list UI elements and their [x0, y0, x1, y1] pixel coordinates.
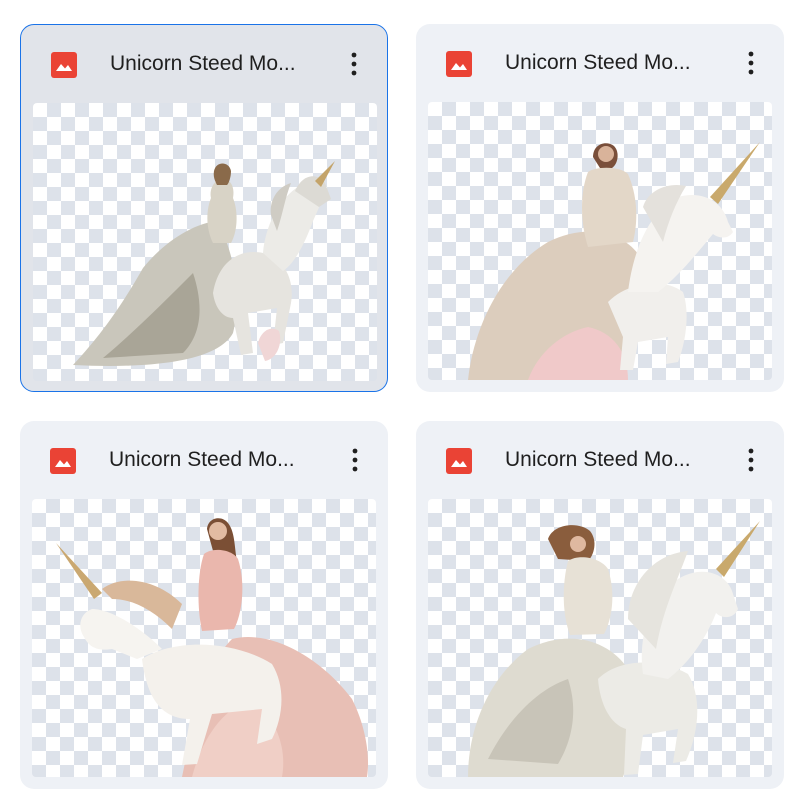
more-options-button[interactable] — [736, 46, 766, 80]
more-options-button[interactable] — [736, 443, 766, 477]
more-options-button[interactable] — [340, 443, 370, 477]
file-card[interactable]: Unicorn Steed Mo... — [416, 24, 784, 392]
file-thumbnail[interactable] — [428, 102, 772, 380]
file-card-header: Unicorn Steed Mo... — [416, 421, 784, 499]
file-card[interactable]: Unicorn Steed Mo... — [20, 421, 388, 789]
file-card-header: Unicorn Steed Mo... — [21, 25, 387, 103]
more-options-button[interactable] — [339, 47, 369, 81]
image-file-icon — [51, 52, 77, 78]
file-card-header: Unicorn Steed Mo... — [20, 421, 388, 499]
file-card[interactable]: Unicorn Steed Mo... — [416, 421, 784, 789]
file-card-header: Unicorn Steed Mo... — [416, 24, 784, 102]
file-thumbnail[interactable] — [33, 103, 377, 381]
more-vert-icon — [352, 448, 358, 472]
file-thumbnail[interactable] — [428, 499, 772, 777]
file-title[interactable]: Unicorn Steed Mo... — [505, 50, 715, 76]
image-file-icon — [50, 448, 76, 474]
image-file-icon — [446, 51, 472, 77]
more-vert-icon — [748, 448, 754, 472]
file-thumbnail[interactable] — [32, 499, 376, 777]
more-vert-icon — [351, 52, 357, 76]
file-card[interactable]: Unicorn Steed Mo... — [20, 24, 388, 392]
file-title[interactable]: Unicorn Steed Mo... — [109, 447, 319, 473]
file-title[interactable]: Unicorn Steed Mo... — [110, 51, 320, 77]
file-title[interactable]: Unicorn Steed Mo... — [505, 447, 715, 473]
file-grid: Unicorn Steed Mo... Unicorn Steed Mo... … — [0, 0, 808, 808]
image-file-icon — [446, 448, 472, 474]
more-vert-icon — [748, 51, 754, 75]
